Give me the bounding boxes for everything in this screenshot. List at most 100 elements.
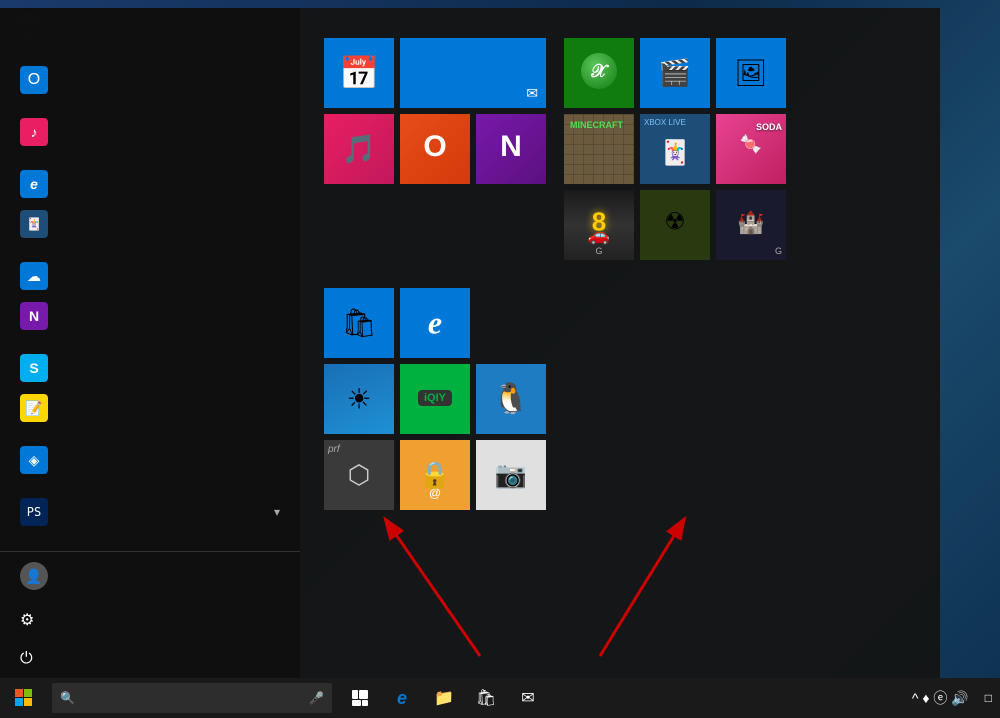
mail-taskbar-icon: ✉ (521, 688, 534, 708)
view3d-icon: ◈ (20, 446, 48, 474)
asphalt-tile[interactable]: 8 🚗 G (564, 190, 634, 260)
app-item-groove[interactable]: ♪ (0, 112, 300, 152)
tile-row-5: ☀ iQIY 🐧 (324, 364, 916, 434)
store-taskbar-button[interactable]: 🛍 (466, 678, 506, 718)
search-icon: 🔍 (60, 691, 75, 705)
minecraft-label: MINECRAFT (570, 120, 628, 130)
weather-tile[interactable]: ☀ (324, 364, 394, 434)
hamburger-button[interactable] (20, 24, 28, 32)
photos-icon: 🖼 (734, 58, 767, 89)
pf-tile[interactable]: ⬡ prf (324, 440, 394, 510)
user-button[interactable]: 👤 (0, 552, 300, 600)
app-list: O ♪ e 🃏 ☁ (0, 48, 300, 551)
edge-taskbar-icon: e (397, 688, 407, 709)
mail-tile[interactable]: ✉ (400, 38, 546, 108)
candy-crush-tile[interactable]: SODA 🍬 (716, 114, 786, 184)
taskbar-pinned-icons: e 📁 🛍 ✉ (340, 678, 548, 718)
photos-tile[interactable]: 🖼 (716, 38, 786, 108)
store-taskbar-icon: 🛍 (476, 688, 496, 708)
tile-row-3: 8 🚗 G ☢ 🏰 G (324, 190, 916, 260)
calendar-icon: 📅 (339, 54, 379, 92)
section-w-label (0, 480, 300, 492)
settings-button[interactable]: ⚙ (0, 600, 300, 640)
app-item-onenote[interactable]: N (0, 296, 300, 336)
task-view-button[interactable] (340, 678, 380, 718)
section-g-label (0, 100, 300, 112)
section-gap (324, 266, 916, 278)
onenote-tile[interactable]: N (476, 114, 546, 184)
lock-tile[interactable]: 🔒 @ (400, 440, 470, 510)
groove-icon: ♪ (20, 118, 48, 146)
app-item-skype[interactable]: S (0, 348, 300, 388)
start-menu: O ♪ e 🃏 ☁ (0, 8, 940, 678)
tile-row-1: 📅 ✉ 𝒳 🎬 (324, 38, 916, 108)
store-tile[interactable]: 🛍 (324, 288, 394, 358)
get-office-tile[interactable]: O (400, 114, 470, 184)
minecraft-tile[interactable]: MINECRAFT (564, 114, 634, 184)
edge-browse-tile[interactable]: e (400, 288, 470, 358)
lock-icon: 🔒 (419, 460, 451, 491)
candy-icon: 🍬 (740, 134, 762, 155)
app-item-view3d[interactable]: ◈ (0, 440, 300, 480)
asphalt-car-icon: 🚗 (588, 225, 610, 246)
explorer-taskbar-button[interactable]: 📁 (424, 678, 464, 718)
phototastic-tile[interactable]: 📷 (476, 440, 546, 510)
app-item-powershell[interactable]: PS ▾ (0, 492, 300, 532)
user-avatar: 👤 (20, 562, 48, 590)
tile-gap-2 (552, 114, 558, 184)
app-item-msc[interactable]: 🃏 (0, 204, 300, 244)
power-button[interactable]: ⏻ (0, 640, 300, 678)
msc-icon: 🃏 (20, 210, 48, 238)
windows-logo-icon (15, 689, 33, 707)
xbox-live-badge: XBOX LIVE (644, 118, 706, 127)
store-icon: 🛍 (341, 307, 377, 340)
iqiyi-tile[interactable]: iQIY (400, 364, 470, 434)
powershell-icon: PS (20, 498, 48, 526)
explorer-icon: 📁 (434, 688, 454, 708)
fallout-tile[interactable]: ☢ (640, 190, 710, 260)
start-button[interactable] (0, 678, 48, 718)
xbox-logo: 𝒳 (581, 53, 617, 89)
onenote-icon: N (20, 302, 48, 330)
weather-icon: ☀ (346, 383, 371, 416)
mail-icon: ✉ (526, 85, 538, 102)
onedrive-icon: ☁ (20, 262, 48, 290)
section-v-label (0, 428, 300, 440)
taskbar-tray: ^ ♦ ⓔ 🔊 □ (912, 688, 1000, 708)
app-item-onedrive[interactable]: ☁ (0, 256, 300, 296)
edge-taskbar-button[interactable]: e (382, 678, 422, 718)
sticky-notes-icon: 📝 (20, 394, 48, 422)
iqiyi-logo: iQIY (418, 390, 452, 406)
calendar-tile[interactable]: 📅 (324, 38, 394, 108)
msc-tile[interactable]: XBOX LIVE 🃏 (640, 114, 710, 184)
notification-icon[interactable]: □ (985, 691, 992, 705)
movies-tile[interactable]: 🎬 (640, 38, 710, 108)
mail-taskbar-button[interactable]: ✉ (508, 678, 548, 718)
pf-label: prf (328, 444, 340, 455)
section-s-label (0, 336, 300, 348)
fallout-icon: ☢ (664, 208, 686, 237)
groove-music-icon: 🎵 (342, 133, 377, 166)
start-menu-left-panel: O ♪ e 🃏 ☁ (0, 8, 300, 678)
start-menu-bottom: 👤 ⚙ ⏻ (0, 551, 300, 678)
app-item-edge[interactable]: e (0, 164, 300, 204)
empire-g-badge: G (775, 246, 782, 256)
section-o-label (0, 244, 300, 256)
app-item-sticky[interactable]: 📝 (0, 388, 300, 428)
xbox-tile[interactable]: 𝒳 (564, 38, 634, 108)
section-m-label (0, 152, 300, 164)
asphalt-g-badge: G (595, 246, 602, 256)
qq-tile[interactable]: 🐧 (476, 364, 546, 434)
app-item-cortana[interactable]: O (0, 60, 300, 100)
taskbar: 🔍 🎤 e 📁 🛍 ✉ ^ ♦ ⓔ 🔊 (0, 678, 1000, 718)
section-c-label (0, 48, 300, 60)
soda-label: SODA (756, 122, 782, 132)
tile-row-4: 🛍 e (324, 288, 916, 358)
mic-icon: 🎤 (309, 691, 324, 705)
groove-music-tile[interactable]: 🎵 (324, 114, 394, 184)
tile-spacer (324, 190, 546, 260)
tray-icons: ^ ♦ ⓔ 🔊 (912, 688, 969, 708)
empire-tile[interactable]: 🏰 G (716, 190, 786, 260)
taskbar-search-box[interactable]: 🔍 🎤 (52, 683, 332, 713)
tile-gap-3 (552, 190, 558, 260)
